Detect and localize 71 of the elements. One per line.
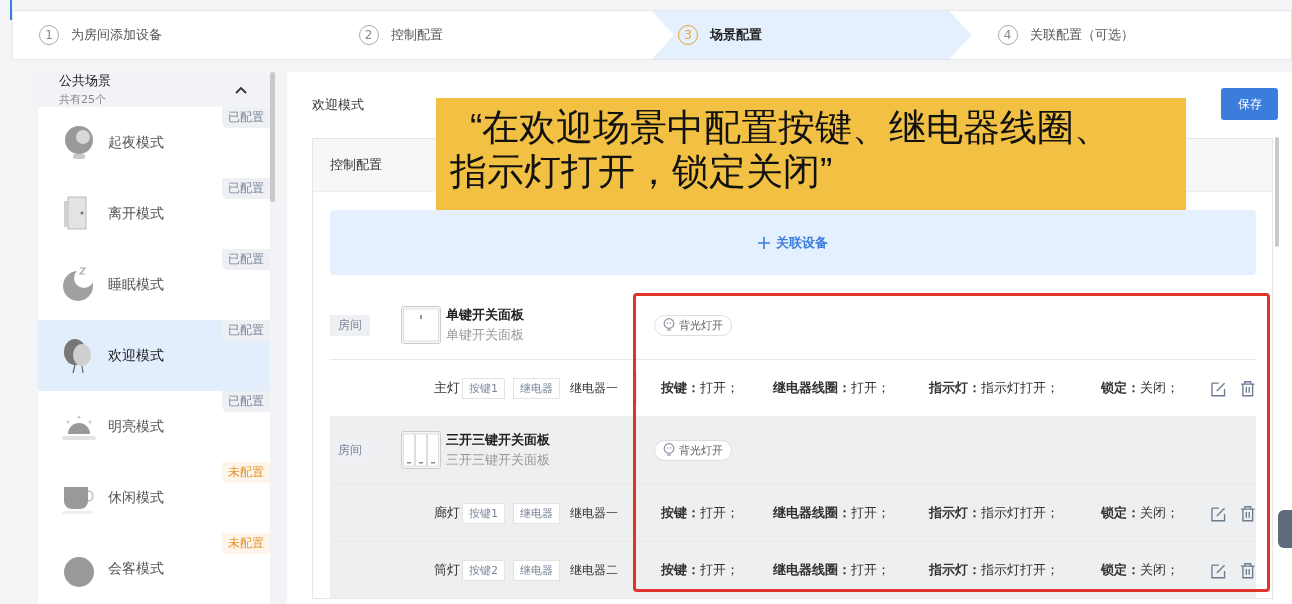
relay-name: 继电器一	[570, 379, 619, 397]
switch-panel-icon	[401, 306, 441, 344]
setting-text: 锁定：关闭；	[1101, 504, 1180, 522]
scene-item[interactable]: 睡眠模式 已配置	[38, 249, 270, 320]
device-model: 单键开关面板	[446, 326, 525, 344]
scene-title: 欢迎模式	[312, 96, 364, 114]
status-badge: 未配置	[222, 462, 270, 483]
step-label: 关联配置（可选）	[1029, 26, 1134, 44]
status-badge: 未配置	[222, 533, 270, 554]
light-name: 廊灯	[434, 504, 460, 522]
side-tab[interactable]	[1278, 510, 1292, 548]
setting-text: 锁定：关闭；	[1101, 379, 1180, 397]
save-button[interactable]: 保存	[1221, 88, 1278, 120]
relay-tag: 继电器	[513, 559, 560, 581]
setting-text: 按键：打开；	[661, 561, 740, 579]
section-title: 公共场景	[59, 72, 111, 90]
relay-tag: 继电器	[513, 502, 560, 524]
device-model: 三开三键开关面板	[446, 451, 551, 469]
relay-tag: 继电器	[513, 377, 560, 399]
relay-name: 继电器二	[570, 561, 619, 579]
step-tab[interactable]: 3 场景配置	[652, 11, 972, 59]
status-badge: 已配置	[222, 391, 270, 412]
status-badge: 已配置	[222, 107, 270, 128]
edit-icon[interactable]	[1210, 561, 1227, 579]
relay-name: 继电器一	[570, 504, 619, 522]
page-edge-marker	[10, 0, 12, 20]
status-badge: 已配置	[222, 178, 270, 199]
key-tag: 按键1	[462, 377, 505, 399]
scrollbar[interactable]	[270, 72, 275, 202]
step-label: 控制配置	[390, 26, 443, 44]
switch-panel-icon	[401, 431, 441, 469]
setting-text: 锁定：关闭；	[1101, 561, 1180, 579]
setting-text: 指示灯：指示灯打开；	[929, 561, 1060, 579]
callout-text: “在欢迎场景中配置按键、继电器线圈、指示灯打开，锁定关闭”	[436, 98, 1186, 210]
scene-item[interactable]: 欢迎模式 已配置	[38, 320, 270, 391]
edit-icon[interactable]	[1210, 504, 1227, 522]
bulb-icon	[663, 318, 675, 332]
device-name: 三开三键开关面板	[446, 431, 551, 449]
delete-icon[interactable]	[1240, 379, 1256, 397]
delete-icon[interactable]	[1240, 561, 1256, 579]
key-tag: 按键2	[462, 559, 505, 581]
setting-text: 指示灯：指示灯打开；	[929, 379, 1060, 397]
setting-text: 按键：打开；	[661, 379, 740, 397]
plus-icon	[758, 236, 770, 249]
delete-icon[interactable]	[1240, 504, 1256, 522]
setting-text: 继电器线圈：打开；	[773, 379, 891, 397]
scene-item[interactable]: 起夜模式 已配置	[38, 107, 270, 178]
setting-text: 继电器线圈：打开；	[773, 504, 891, 522]
key-tag: 按键1	[462, 502, 505, 524]
status-badge: 已配置	[222, 249, 270, 270]
setting-text: 继电器线圈：打开；	[773, 561, 891, 579]
bulb-icon	[663, 443, 675, 457]
setting-text: 按键：打开；	[661, 504, 740, 522]
status-badge: 已配置	[222, 320, 270, 341]
scene-item[interactable]: 会客模式 未配置	[38, 533, 270, 604]
step-label: 场景配置	[710, 26, 762, 44]
device-name: 单键开关面板	[446, 306, 525, 324]
backlight-label: 背光灯开	[679, 317, 723, 333]
edit-icon[interactable]	[1210, 379, 1227, 397]
scene-item[interactable]: 离开模式 已配置	[38, 178, 270, 249]
light-name: 筒灯	[434, 561, 460, 579]
step-label: 为房间添加设备	[71, 26, 162, 44]
scene-item[interactable]: 休闲模式 未配置	[38, 462, 270, 533]
backlight-label: 背光灯开	[679, 442, 723, 458]
setting-text: 指示灯：指示灯打开；	[929, 504, 1060, 522]
scrollbar[interactable]	[1275, 137, 1279, 247]
scene-count: 共有25个	[59, 92, 107, 107]
scene-item[interactable]: 明亮模式 已配置	[38, 391, 270, 462]
add-device-button[interactable]: 关联设备	[330, 210, 1256, 275]
room-tag: 房间	[330, 314, 370, 336]
light-name: 主灯	[434, 379, 460, 397]
